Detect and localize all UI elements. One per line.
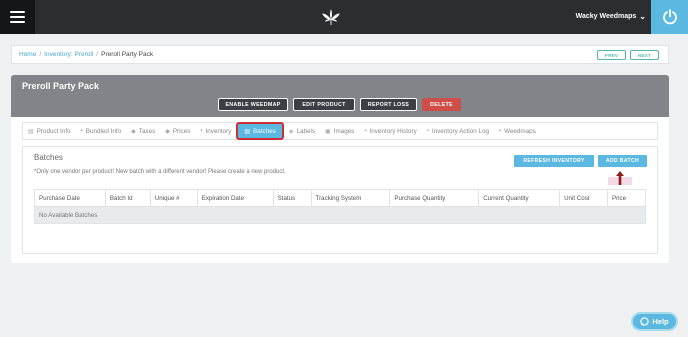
report-loss-button[interactable]: REPORT LOSS (360, 98, 417, 111)
tag-icon: ◈ (288, 128, 294, 135)
tab-label: Prices (172, 127, 191, 135)
breadcrumb-current: Preroll Party Pack (101, 51, 154, 58)
column-header[interactable]: Expiration Date (196, 189, 274, 207)
product-actions: ENABLE WEEDMAP EDIT PRODUCT REPORT LOSS … (218, 98, 461, 111)
lock-icon: ▪ (200, 128, 203, 134)
tab-label: Batches (253, 127, 276, 135)
table-header-row: Purchase Date Batch Id Unique # Expirati… (34, 189, 647, 207)
column-header[interactable]: Current Quantity (478, 189, 561, 207)
image-icon: ▣ (325, 128, 331, 135)
batches-icon: ▤ (244, 128, 251, 135)
breadcrumb-bar: Home / Inventory: Preroll / Preroll Party Pa… (11, 45, 669, 64)
tab-product-info[interactable]: ▤ Product Info (23, 123, 76, 139)
help-button[interactable]: Help (631, 312, 678, 331)
column-header[interactable]: Unit Cost (559, 189, 608, 207)
refresh-inventory-button[interactable]: REFRESH INVENTORY (514, 155, 594, 167)
breadcrumb-home[interactable]: Home (19, 51, 36, 58)
lock-icon: ▪ (498, 128, 502, 134)
tab-batches[interactable]: ▤ Batches (236, 122, 284, 140)
lock-icon: ▪ (80, 128, 83, 134)
next-button[interactable]: NEXT (630, 50, 659, 60)
batches-note: *Only one vendor per product! New batch … (34, 169, 286, 175)
tab-label: Inventory (205, 127, 232, 135)
breadcrumb-separator: / (39, 51, 42, 58)
product-tabs: ▤ Product Info ▪ Bundled Info ◆ Taxes ◆ Pric… (22, 122, 658, 140)
tab-label: Taxes (138, 127, 156, 135)
lock-icon: ▪ (364, 128, 367, 134)
tab-label: Product Info (36, 127, 71, 135)
breadcrumb: Home / Inventory: Preroll / Preroll Party Pa… (19, 51, 153, 58)
column-header[interactable]: Status (272, 189, 312, 207)
user-name: Wacky Weedmaps (575, 13, 637, 20)
hamburger-menu-icon[interactable] (0, 0, 35, 34)
column-header[interactable]: Batch Id (104, 189, 151, 207)
column-header[interactable]: Tracking System (310, 189, 391, 207)
user-menu[interactable]: Wacky Weedmaps ⌄ (576, 12, 646, 21)
tab-inventory[interactable]: ▪ Inventory (195, 123, 236, 139)
document-icon: ▤ (28, 128, 34, 135)
batches-actions: REFRESH INVENTORY ADD BATCH (514, 155, 647, 167)
top-bar: Wacky Weedmaps ⌄ (0, 0, 688, 34)
batches-panel: Batches *Only one vendor per product! Ne… (22, 146, 658, 254)
tab-inventory-action-log[interactable]: ▪ Inventory Action Log (422, 123, 494, 139)
pager: PREV NEXT (597, 50, 659, 60)
product-card: Preroll Party Pack ENABLE WEEDMAP EDIT P… (11, 75, 669, 263)
tab-prices[interactable]: ◆ Prices (160, 123, 195, 139)
column-header[interactable]: Unique # (149, 189, 198, 207)
prev-button[interactable]: PREV (597, 50, 626, 60)
tab-labels[interactable]: ◈ Labels (284, 123, 320, 139)
column-header[interactable]: Purchase Quantity (389, 189, 480, 207)
tab-label: Images (333, 127, 355, 135)
tab-label: Inventory History (369, 127, 417, 135)
page-title: Preroll Party Pack (22, 81, 100, 91)
batches-table: Purchase Date Batch Id Unique # Expirati… (34, 189, 647, 224)
chat-bubble-icon (640, 317, 650, 326)
arrow-up-icon (616, 171, 624, 185)
price-icon: ◆ (165, 128, 170, 135)
tab-label: Bundled Info (85, 127, 122, 135)
tab-label: Inventory Action Log (431, 127, 489, 135)
add-batch-button[interactable]: ADD BATCH (598, 155, 647, 167)
tab-weedmaps[interactable]: ▪ Weedmaps (494, 123, 541, 139)
power-button[interactable] (651, 0, 688, 34)
chevron-down-icon: ⌄ (639, 12, 646, 21)
batches-title: Batches (34, 153, 63, 162)
tab-inventory-history[interactable]: ▪ Inventory History (359, 123, 421, 139)
edit-product-button[interactable]: EDIT PRODUCT (293, 98, 355, 111)
tab-taxes[interactable]: ◆ Taxes (126, 123, 160, 139)
power-icon (662, 9, 677, 25)
delete-button[interactable]: DELETE (422, 98, 461, 111)
help-label: Help (652, 317, 669, 326)
enable-weedmap-button[interactable]: ENABLE WEEDMAP (218, 98, 288, 111)
tab-images[interactable]: ▣ Images (320, 123, 359, 139)
tab-label: Labels (296, 127, 316, 135)
cannabis-leaf-logo-icon[interactable] (322, 9, 340, 25)
breadcrumb-inventory[interactable]: Inventory: Preroll (44, 51, 93, 58)
table-row: No Available Batches (34, 206, 646, 224)
breadcrumb-separator: / (96, 51, 99, 58)
column-header[interactable]: Price (606, 189, 647, 207)
empty-message: No Available Batches (34, 206, 646, 224)
product-header: Preroll Party Pack ENABLE WEEDMAP EDIT P… (11, 75, 669, 117)
lock-icon: ▪ (426, 128, 429, 134)
tab-bundled-info[interactable]: ▪ Bundled Info (76, 123, 127, 139)
column-header[interactable]: Purchase Date (34, 189, 106, 207)
tab-label: Weedmaps (504, 127, 536, 135)
tax-icon: ◆ (131, 128, 136, 135)
